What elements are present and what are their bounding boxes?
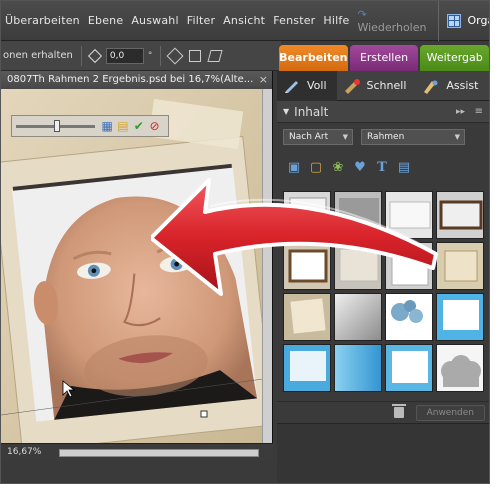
frame-thumbnail[interactable] (436, 191, 484, 239)
content-section-header[interactable]: ▼ Inhalt ▸▸ ≡ (277, 101, 489, 123)
frame-thumbnail[interactable] (283, 191, 331, 239)
photo-composition (1, 89, 263, 443)
image-canvas[interactable]: ▦ ▤ ✔ ⊘ (1, 89, 263, 443)
sort-dropdown-value: Nach Art (289, 132, 329, 142)
angle-field[interactable]: 0,0 (105, 47, 144, 64)
divider (80, 45, 82, 66)
size-slider[interactable] (16, 119, 95, 132)
frame-thumbnail[interactable] (385, 344, 433, 392)
quick-edit-icon (344, 78, 360, 94)
type-dropdown-value: Rahmen (367, 132, 405, 142)
skew-icon[interactable] (207, 49, 223, 62)
trash-icon[interactable] (391, 404, 406, 418)
document-title: 0807Th Rahmen 2 Ergebnis.psd bei 16,7%(A… (7, 74, 254, 85)
tool-options-bar: onen erhalten 0,0 ° (1, 41, 281, 71)
right-panel: Voll Schnell Assist ▼ Inhalt ▸▸ ≡ Nach A… (277, 70, 489, 483)
tab-guided-edit[interactable]: Assist (416, 71, 488, 101)
background-type-icon[interactable]: ▣ (287, 161, 301, 175)
keep-proportions-label: onen erhalten (3, 50, 73, 61)
menu-ueberarbeiten[interactable]: Überarbeiten (5, 14, 80, 27)
frame-thumbnail[interactable] (436, 344, 484, 392)
vertical-scrollbar[interactable] (262, 89, 272, 443)
full-edit-icon (285, 80, 298, 93)
redo-label: Wiederholen (357, 20, 427, 34)
menu-filter[interactable]: Filter (187, 14, 215, 27)
fit-frame-icon[interactable]: ▦ (101, 119, 114, 133)
size-slider-thumb[interactable] (54, 119, 60, 132)
frame-thumbnail[interactable] (385, 191, 433, 239)
divider (160, 45, 162, 66)
document-window: 0807Th Rahmen 2 Ergebnis.psd bei 16,7%(A… (1, 71, 273, 461)
menu-ebene[interactable]: Ebene (88, 14, 123, 27)
organizer-icon (447, 13, 462, 28)
content-filters: Nach Art ▼ Rahmen ▼ (277, 123, 489, 145)
tab-edit[interactable]: Bearbeiten (279, 45, 348, 71)
status-bar: 16,67% (1, 443, 273, 461)
close-icon[interactable]: × (259, 71, 268, 89)
panel-tabs: Voll Schnell Assist (277, 70, 489, 101)
frame-thumbnail[interactable] (334, 242, 382, 290)
frame-type-icon[interactable]: ▢ (309, 161, 323, 175)
horizontal-scrollbar[interactable] (59, 449, 259, 457)
transform-toolbar: ▦ ▤ ✔ ⊘ (11, 115, 169, 137)
degree-symbol: ° (147, 50, 153, 61)
frame-thumbnail[interactable] (283, 293, 331, 341)
chevron-down-icon: ▼ (342, 133, 348, 141)
menu-ansicht[interactable]: Ansicht (223, 14, 265, 27)
redo-icon: ↷ (357, 7, 367, 21)
content-type-icons: ▣ ▢ ❀ ♥ T ▤ (277, 145, 489, 181)
tab-full-edit[interactable]: Voll (277, 70, 337, 101)
frame-thumbnail[interactable] (436, 242, 484, 290)
frame-thumbnail[interactable] (334, 344, 382, 392)
apply-button[interactable]: Anwenden (415, 404, 485, 421)
frame-thumbnail-grid (283, 191, 489, 397)
frame-thumbnail[interactable] (436, 293, 484, 341)
replace-image-icon[interactable]: ▤ (117, 119, 130, 133)
collapse-arrow-icon[interactable]: ▼ (283, 107, 289, 116)
tab-guided-edit-label: Assist (446, 79, 479, 92)
rotate-angle-icon (87, 48, 102, 63)
frame-thumbnail[interactable] (385, 293, 433, 341)
panel-expand-icon[interactable]: ▸▸ (456, 107, 465, 117)
cancel-icon[interactable]: ⊘ (148, 119, 161, 133)
guided-edit-icon (424, 80, 438, 94)
scale-icon[interactable] (189, 49, 202, 62)
menubar: Überarbeiten Ebene Auswahl Filter Ansich… (1, 1, 489, 41)
face-photo (12, 167, 258, 422)
panel-footer: Anwenden (277, 401, 489, 423)
chevron-down-icon: ▼ (454, 133, 460, 141)
type-dropdown[interactable]: Rahmen ▼ (361, 129, 465, 145)
sort-dropdown[interactable]: Nach Art ▼ (283, 129, 353, 145)
document-title-bar[interactable]: 0807Th Rahmen 2 Ergebnis.psd bei 16,7%(A… (1, 71, 272, 89)
panel-lower-area (277, 423, 489, 483)
shape-type-icon[interactable]: ♥ (353, 161, 367, 175)
organizer-label: Organizer (467, 14, 489, 27)
tab-share[interactable]: Weitergab (420, 45, 489, 71)
frame-thumbnail[interactable] (385, 242, 433, 290)
menu-auswahl[interactable]: Auswahl (131, 14, 178, 27)
app-window: Überarbeiten Ebene Auswahl Filter Ansich… (0, 0, 490, 484)
theme-type-icon[interactable]: ▤ (397, 161, 411, 175)
zoom-level[interactable]: 16,67% (7, 447, 41, 457)
organizer-button[interactable]: Organizer (438, 1, 489, 41)
tab-quick-edit[interactable]: Schnell (337, 71, 417, 101)
frame-thumbnail[interactable] (334, 191, 382, 239)
frame-thumbnail[interactable] (283, 242, 331, 290)
text-type-icon[interactable]: T (375, 161, 389, 175)
redo-button[interactable]: ↷ Wiederholen (357, 8, 426, 34)
tab-create[interactable]: Erstellen (349, 45, 419, 71)
menu-hilfe[interactable]: Hilfe (323, 14, 349, 27)
graphic-type-icon[interactable]: ❀ (331, 161, 345, 175)
frame-thumbnail[interactable] (283, 344, 331, 392)
frame-thumbnail[interactable] (334, 293, 382, 341)
content-section-title: Inhalt (294, 104, 329, 119)
panel-menu-icon[interactable]: ≡ (475, 106, 483, 117)
menu-fenster[interactable]: Fenster (273, 14, 315, 27)
rotate-icon[interactable] (166, 47, 184, 64)
commit-icon[interactable]: ✔ (132, 119, 145, 133)
mode-tabs: Bearbeiten Erstellen Weitergab (279, 45, 489, 71)
tab-quick-edit-label: Schnell (366, 79, 407, 92)
tab-full-edit-label: Voll (307, 79, 327, 92)
